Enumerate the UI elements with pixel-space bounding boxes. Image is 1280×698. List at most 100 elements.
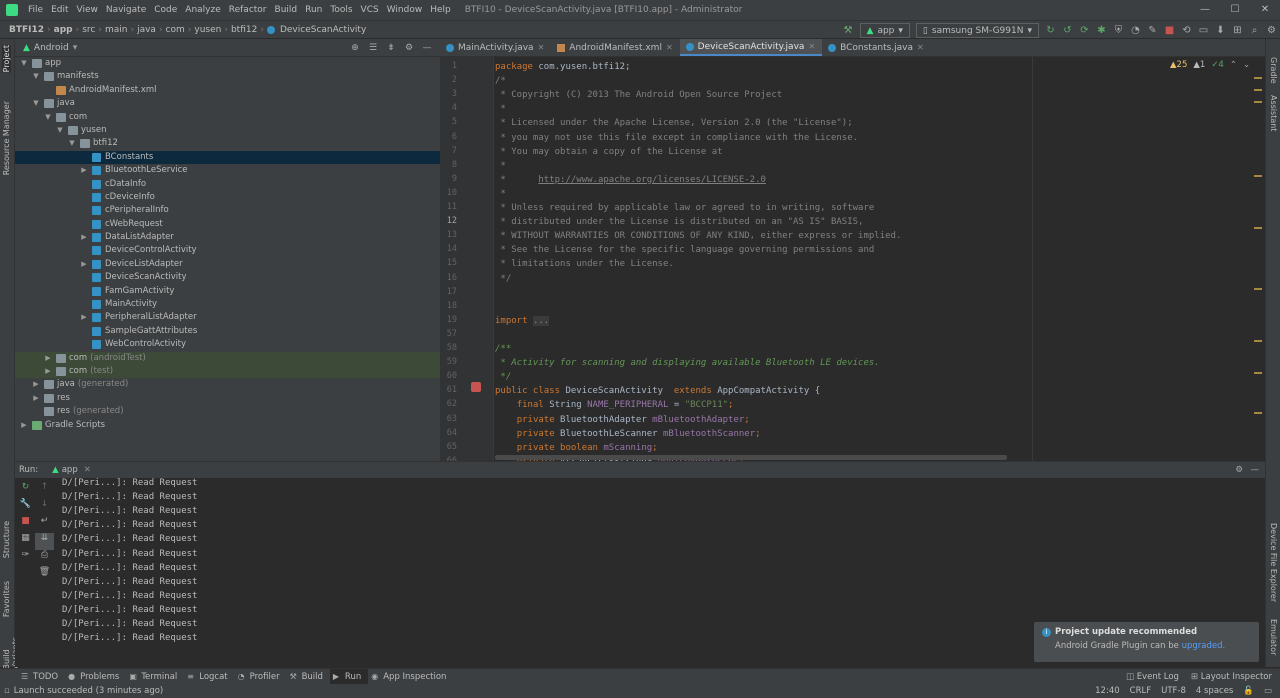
tree-item[interactable]: ▶ PeripheralListAdapter bbox=[15, 311, 440, 324]
menu-tools[interactable]: Tools bbox=[326, 0, 356, 20]
chevron-right-icon[interactable]: ▶ bbox=[43, 352, 53, 365]
tree-item[interactable]: res (generated) bbox=[15, 405, 440, 418]
breadcrumb-item[interactable]: main bbox=[102, 25, 131, 35]
layout-icon[interactable]: ▦ bbox=[16, 533, 35, 550]
breadcrumb-item[interactable]: BTFI12 bbox=[6, 25, 47, 35]
tree-item[interactable]: ▶ DeviceListAdapter bbox=[15, 258, 440, 271]
menu-edit[interactable]: Edit bbox=[47, 0, 72, 20]
assistant-tool-tab[interactable]: Assistant bbox=[1269, 95, 1278, 131]
tool-tab-run[interactable]: ▶ Run bbox=[329, 668, 369, 685]
chevron-down-icon[interactable]: ▼ bbox=[55, 124, 65, 137]
tool-tab-build[interactable]: ⚒ Build bbox=[287, 669, 330, 685]
apply-changes-icon[interactable]: ↺ bbox=[1059, 25, 1076, 36]
stop-icon[interactable]: ■ bbox=[16, 516, 35, 533]
menu-build[interactable]: Build bbox=[271, 0, 302, 20]
apply-code-changes-icon[interactable]: ⟳ bbox=[1076, 25, 1093, 36]
structure-tool-tab[interactable]: Structure bbox=[2, 521, 11, 558]
activity-marker-icon[interactable] bbox=[471, 382, 481, 392]
gear-icon[interactable]: ⚙ bbox=[400, 43, 418, 53]
tree-item[interactable]: ▼ app bbox=[15, 57, 440, 70]
tool-tab-app-inspection[interactable]: ◉ App Inspection bbox=[368, 669, 453, 685]
chevron-up-icon[interactable]: ⌃ bbox=[1230, 60, 1237, 70]
trash-icon[interactable]: 🗑 bbox=[35, 567, 54, 584]
search-icon[interactable]: ⌕ bbox=[1246, 25, 1263, 36]
up-arrow-icon[interactable]: ↑ bbox=[35, 482, 54, 499]
indent-setting[interactable]: 4 spaces bbox=[1196, 686, 1233, 696]
status-message[interactable]: Launch succeeded (3 minutes ago) bbox=[14, 686, 163, 696]
tree-item[interactable]: ▼ yusen bbox=[15, 124, 440, 137]
editor-tab[interactable]: MainActivity.java ✕ bbox=[440, 39, 551, 56]
code-editor[interactable]: package com.yusen.btfi12; /* * Copyright … bbox=[495, 57, 1265, 461]
resource-manager-tool-tab[interactable]: Resource Manager bbox=[2, 101, 11, 175]
expand-all-icon[interactable]: ☰ bbox=[364, 43, 382, 53]
menu-file[interactable]: File bbox=[24, 0, 47, 20]
tree-item[interactable]: cWebRequest bbox=[15, 218, 440, 231]
close-icon[interactable]: ✕ bbox=[666, 39, 673, 57]
tree-item[interactable]: MainActivity bbox=[15, 298, 440, 311]
editor-tab[interactable]: AndroidManifest.xml ✕ bbox=[551, 39, 679, 56]
tree-item[interactable]: ▶ res bbox=[15, 392, 440, 405]
close-icon[interactable]: ✕ bbox=[917, 39, 924, 57]
wrench-icon[interactable]: 🔧 bbox=[16, 499, 35, 516]
warning-marker[interactable] bbox=[1254, 175, 1262, 177]
editor-tab[interactable]: BConstants.java ✕ bbox=[822, 39, 931, 56]
tool-tab-todo[interactable]: ☰ TODO bbox=[18, 669, 65, 685]
collapse-all-icon[interactable]: ⇟ bbox=[382, 43, 400, 53]
minimize-button[interactable]: — bbox=[1190, 0, 1220, 20]
breadcrumb-item[interactable]: java bbox=[134, 25, 159, 35]
tool-tab-profiler[interactable]: ◔ Profiler bbox=[235, 669, 287, 685]
breadcrumb-item[interactable]: src bbox=[79, 25, 98, 35]
emulator-tool-tab[interactable]: Emulator bbox=[1269, 619, 1278, 655]
gradle-tool-tab[interactable]: Gradle bbox=[1269, 57, 1278, 84]
editor-tab[interactable]: DeviceScanActivity.java ✕ bbox=[679, 39, 823, 56]
close-button[interactable]: ✕ bbox=[1250, 0, 1280, 20]
menu-analyze[interactable]: Analyze bbox=[181, 0, 224, 20]
warning-marker[interactable] bbox=[1254, 288, 1262, 290]
tree-item[interactable]: FamGamActivity bbox=[15, 285, 440, 298]
menu-vcs[interactable]: VCS bbox=[357, 0, 383, 20]
chevron-down-icon[interactable]: ⌄ bbox=[1243, 60, 1250, 70]
chevron-right-icon[interactable]: ▶ bbox=[79, 258, 89, 271]
caret-position[interactable]: 12:40 bbox=[1095, 686, 1120, 696]
tool-tab-logcat[interactable]: ≡ Logcat bbox=[184, 669, 234, 685]
gear-icon[interactable]: ⚙ bbox=[1235, 465, 1243, 475]
locate-icon[interactable]: ⊕ bbox=[346, 43, 364, 53]
soft-wrap-icon[interactable]: ↵ bbox=[35, 516, 54, 533]
chevron-down-icon[interactable]: ▼ bbox=[31, 70, 41, 83]
attach-debugger-icon[interactable]: ✎ bbox=[1144, 25, 1161, 36]
gradle-sync-icon[interactable]: ⟲ bbox=[1178, 25, 1195, 36]
menu-window[interactable]: Window bbox=[383, 0, 427, 20]
rerun-icon[interactable]: ↻ bbox=[16, 482, 35, 499]
chevron-right-icon[interactable]: ▶ bbox=[79, 311, 89, 324]
settings-icon[interactable]: ⚙ bbox=[1263, 25, 1280, 36]
upgrade-link[interactable]: upgraded. bbox=[1182, 641, 1226, 651]
tree-item[interactable]: AndroidManifest.xml bbox=[15, 84, 440, 97]
line-separator[interactable]: CRLF bbox=[1130, 686, 1151, 696]
tool-tab-problems[interactable]: ● Problems bbox=[65, 669, 126, 685]
tree-item[interactable]: BConstants bbox=[15, 150, 440, 165]
debug-icon[interactable]: ✱ bbox=[1093, 25, 1110, 36]
tree-item[interactable]: cDeviceInfo bbox=[15, 191, 440, 204]
tree-item[interactable]: ▶ java (generated) bbox=[15, 378, 440, 391]
profile-icon[interactable]: ◔ bbox=[1127, 25, 1144, 36]
breadcrumb-item[interactable]: com bbox=[163, 25, 188, 35]
tree-item[interactable]: cPeripheralInfo bbox=[15, 204, 440, 217]
sdk-manager-icon[interactable]: ⬇ bbox=[1212, 25, 1229, 36]
tree-item[interactable]: WebControlActivity bbox=[15, 338, 440, 351]
menu-help[interactable]: Help bbox=[426, 0, 455, 20]
file-encoding[interactable]: UTF-8 bbox=[1161, 686, 1186, 696]
chevron-down-icon[interactable]: ▼ bbox=[31, 97, 41, 110]
hammer-icon[interactable]: ⚒ bbox=[840, 25, 857, 36]
tree-item[interactable]: ▶ DataListAdapter bbox=[15, 231, 440, 244]
coverage-icon[interactable]: ⛨ bbox=[1110, 25, 1127, 36]
error-stripe[interactable] bbox=[1254, 75, 1262, 107]
scroll-to-end-icon[interactable]: ⇊ bbox=[35, 533, 54, 550]
warning-marker[interactable] bbox=[1254, 340, 1262, 342]
chevron-down-icon[interactable]: ▾ bbox=[73, 43, 78, 53]
print-icon[interactable]: ⎙ bbox=[35, 550, 54, 567]
menu-code[interactable]: Code bbox=[150, 0, 181, 20]
breadcrumb-item[interactable]: app bbox=[51, 25, 76, 35]
rerun-icon[interactable]: ↻ bbox=[1042, 25, 1059, 36]
tool-tab-terminal[interactable]: ▣ Terminal bbox=[126, 669, 184, 685]
menu-view[interactable]: View bbox=[73, 0, 102, 20]
